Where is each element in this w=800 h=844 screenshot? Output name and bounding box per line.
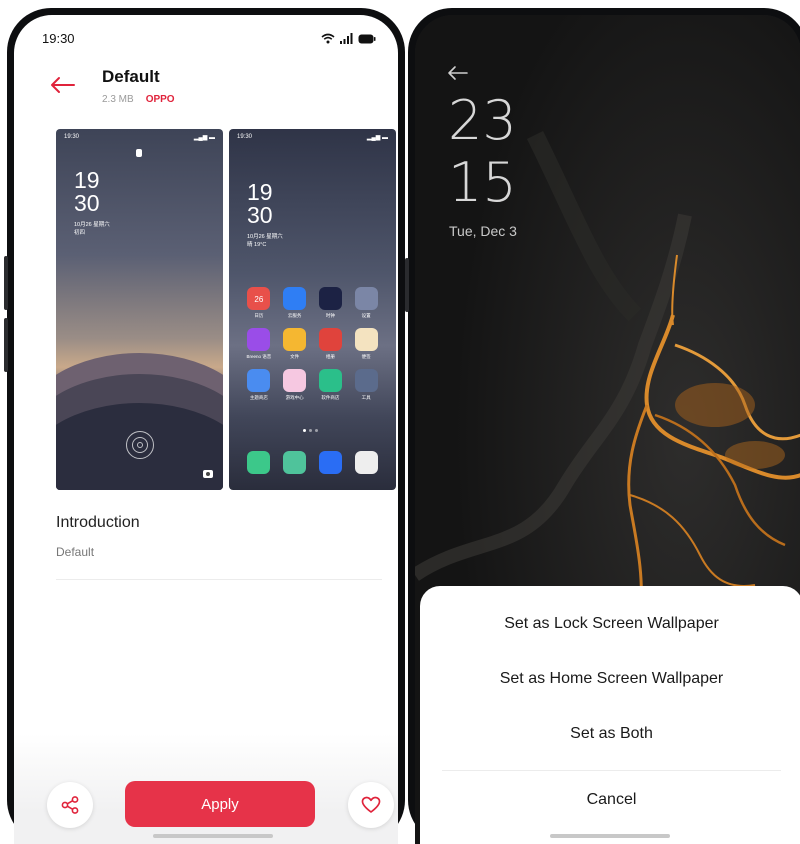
- tools-folder-icon: [354, 369, 378, 392]
- home-indicator: [153, 834, 273, 838]
- volume-button: [4, 256, 8, 310]
- set-both-option[interactable]: Set as Both: [420, 725, 800, 743]
- home-screen-preview[interactable]: 19:30 ▂▄▆ ▬ 19 30 10月26 星期六 晴 19°C 26 日历 云…: [229, 129, 396, 490]
- app-label: 游戏中心: [285, 395, 304, 400]
- preview-clock-minute: 30: [247, 202, 273, 228]
- volume-button: [405, 258, 409, 312]
- preview-status-time: 19:30: [64, 134, 80, 140]
- theme-meta: 2.3 MB OPPO: [102, 94, 175, 105]
- cloud-icon: [283, 287, 307, 310]
- share-icon: [61, 796, 79, 814]
- preview-weather: 晴 19°C: [247, 242, 267, 248]
- preview-clock-hour: 19: [247, 179, 273, 205]
- app-label: 文件: [290, 354, 300, 359]
- app-label: 相册: [325, 354, 335, 359]
- set-lock-screen-option[interactable]: Set as Lock Screen Wallpaper: [420, 615, 800, 633]
- app-shortcut: 时钟: [313, 287, 349, 319]
- heart-icon: [361, 796, 381, 813]
- preview-status-icons: ▂▄▆ ▬: [193, 135, 215, 141]
- calendar-icon: 26: [247, 287, 271, 310]
- camera-icon: [203, 470, 213, 478]
- app-shortcut: 游戏中心: [277, 369, 313, 401]
- app-label: 设置: [361, 313, 371, 318]
- lock-screen-preview[interactable]: 19:30 ▂▄▆ ▬ 19 30 10月26 星期六 初四: [56, 129, 223, 490]
- app-shortcut: 26 日历: [241, 287, 277, 319]
- preview-status-icons: ▂▄▆ ▬: [366, 135, 388, 141]
- browser-icon: [318, 451, 342, 474]
- home-indicator: [550, 834, 670, 838]
- app-shortcut: 相册: [313, 328, 349, 360]
- app-label: 主题商店: [249, 395, 268, 400]
- cancel-button[interactable]: Cancel: [420, 791, 800, 809]
- signal-icon: [340, 33, 353, 44]
- settings-icon: [354, 287, 378, 310]
- app-shortcut: 便签: [348, 328, 384, 360]
- lock-icon: [136, 149, 142, 157]
- app-shortcut: 软件商店: [313, 369, 349, 401]
- divider: [56, 579, 382, 580]
- calendar-day: 26: [254, 295, 264, 304]
- dock: [241, 451, 384, 474]
- app-grid: 26 日历 云服务 时钟 设置 Breeno 语音 文件 相册 便签主题商店 游戏中心 软件商店 工具: [241, 287, 384, 401]
- introduction-text: Default: [56, 545, 95, 559]
- status-icons: [321, 33, 376, 44]
- app-shortcut: 云服务: [277, 287, 313, 319]
- camera-icon: [354, 451, 378, 474]
- gallery-icon: [318, 328, 342, 351]
- theme-title: Default: [102, 67, 160, 86]
- share-button[interactable]: [47, 782, 93, 828]
- app-label: 日历: [254, 313, 264, 318]
- files-icon: [283, 328, 307, 351]
- back-arrow-icon[interactable]: [48, 75, 76, 95]
- app-label: Breeno 语音: [246, 354, 272, 359]
- app-store-icon: [318, 369, 342, 392]
- set-wallpaper-sheet: Set as Lock Screen Wallpaper Set as Home…: [420, 586, 800, 844]
- app-shortcut: 工具: [348, 369, 384, 401]
- theme-store-icon: [247, 369, 271, 392]
- volume-button: [4, 318, 8, 372]
- app-label: 云服务: [287, 313, 302, 318]
- wallpaper-preview-screen: 23 15 Tue, Dec 3 Set as Lock Screen Wall…: [415, 15, 800, 844]
- status-time: 19:30: [42, 31, 75, 46]
- app-shortcut: 文件: [277, 328, 313, 360]
- page-indicator: [303, 429, 318, 432]
- introduction-heading: Introduction: [56, 514, 140, 531]
- theme-size: 2.3 MB: [102, 94, 134, 105]
- messages-icon: [283, 451, 307, 474]
- date-label: Tue, Dec 3: [449, 223, 517, 239]
- app-shortcut: Breeno 语音: [241, 328, 277, 360]
- theme-detail-screen: 19:30 Default 2.3 MB OPPO 19:30 ▂▄▆ ▬ 19…: [14, 15, 398, 844]
- app-label: 工具: [361, 395, 371, 400]
- fingerprint-icon: [126, 431, 154, 459]
- clock-hour: 23: [448, 89, 517, 152]
- apply-button[interactable]: Apply: [125, 781, 315, 827]
- preview-date: 10月26 星期六: [74, 222, 110, 228]
- theme-vendor[interactable]: OPPO: [146, 94, 175, 105]
- favorite-button[interactable]: [348, 782, 394, 828]
- preview-lunar: 初四: [74, 230, 86, 236]
- notes-icon: [354, 328, 378, 351]
- app-shortcut: 主题商店: [241, 369, 277, 401]
- battery-icon: [358, 34, 376, 43]
- status-bar: 19:30: [42, 31, 376, 51]
- preview-clock-hour: 19: [74, 167, 100, 193]
- divider: [442, 770, 781, 771]
- phone-icon: [247, 451, 271, 474]
- left-phone-frame: 19:30 Default 2.3 MB OPPO 19:30 ▂▄▆ ▬ 19…: [4, 8, 405, 844]
- preview-status-time: 19:30: [237, 134, 253, 140]
- preview-clock-minute: 30: [74, 190, 100, 216]
- preview-date: 10月26 星期六: [247, 234, 283, 240]
- clock-icon: [318, 287, 342, 310]
- right-phone-frame: 23 15 Tue, Dec 3 Set as Lock Screen Wall…: [405, 8, 800, 844]
- app-label: 便签: [361, 354, 371, 359]
- set-home-screen-option[interactable]: Set as Home Screen Wallpaper: [420, 670, 800, 688]
- app-label: 时钟: [325, 313, 335, 318]
- app-shortcut: 设置: [348, 287, 384, 319]
- game-center-icon: [283, 369, 307, 392]
- wifi-icon: [321, 33, 335, 44]
- voice-assistant-icon: [247, 328, 271, 351]
- back-arrow-icon[interactable]: [447, 65, 469, 81]
- app-label: 软件商店: [321, 395, 340, 400]
- clock-minute: 15: [448, 151, 517, 214]
